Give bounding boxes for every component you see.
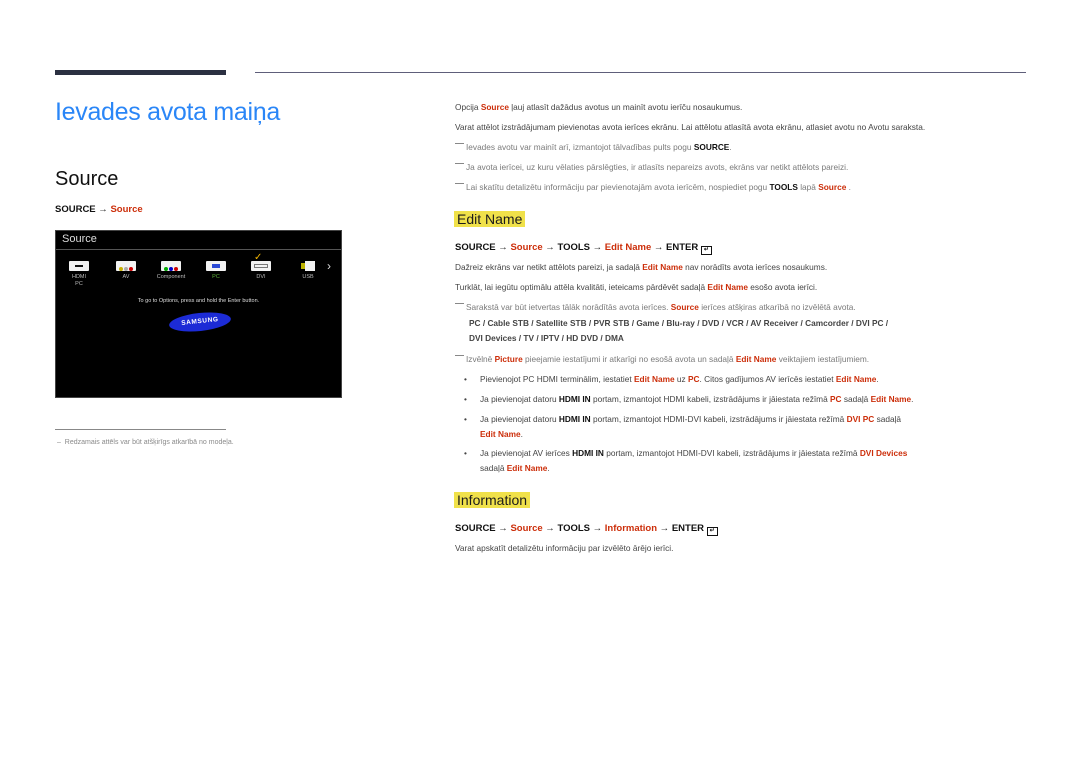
path-item: Source [110, 204, 143, 215]
screen-hint: To go to Options, press and hold the Ent… [137, 298, 260, 304]
source-label: AV [122, 274, 130, 280]
source-label: PC [212, 274, 220, 280]
source-label: DVI [256, 274, 266, 280]
footnote: – Redzamais attēls var būt atšķirīgs atk… [57, 439, 234, 446]
usb-icon [301, 261, 315, 271]
source-label: HDMI [71, 274, 87, 280]
source-item-pc: PC [196, 261, 236, 281]
source-label: USB [302, 274, 314, 280]
information-heading: Information [454, 492, 531, 510]
edit-name-path: SOURCE → Source → TOOLS → Edit Name → EN… [455, 242, 712, 255]
bullet-item: Pievienojot PC HDMI terminālim, iestatie… [464, 374, 879, 384]
path-root: SOURCE [55, 204, 96, 215]
intro-paragraph-1: Opcija Source ļauj atlasīt dažādus avotu… [455, 102, 743, 112]
component-icon [161, 261, 181, 271]
edit-name-paragraph-1: Dažreiz ekrāns var netikt attēlots parei… [455, 262, 828, 272]
enter-icon: ↵ [706, 527, 718, 536]
header-rule [255, 72, 1026, 73]
source-item-av: AV [106, 261, 146, 281]
chevron-right-icon: › [327, 259, 331, 273]
pc-icon [206, 261, 226, 271]
information-path: SOURCE → Source → TOOLS → Information → … [455, 523, 718, 536]
bullet-item: Ja pievienojat AV ierīces HDMI IN portam… [464, 448, 907, 458]
source-item-dvi: DVI [241, 261, 281, 281]
bullet-item-continued: Edit Name. [480, 429, 523, 439]
intro-note-2: Ja avota ierīcei, uz kuru vēlaties pārsl… [455, 162, 848, 172]
hdmi-icon [69, 261, 89, 271]
screen-title: Source [62, 233, 97, 245]
source-item-usb: USB [288, 261, 328, 281]
bullet-item-continued: sadaļā Edit Name. [480, 463, 550, 473]
source-item-component: Component [151, 261, 191, 281]
bullet-item: Ja pievienojat datoru HDMI IN portam, iz… [464, 414, 901, 424]
source-label: Component [156, 274, 186, 280]
footnote-text: Redzamais attēls var būt atšķirīgs atkar… [64, 439, 234, 446]
device-list-line-1: PC / Cable STB / Satellite STB / PVR STB… [469, 318, 889, 328]
page-title: Ievades avota maiņa [55, 98, 281, 126]
section-title: Source [55, 168, 119, 190]
source-path: SOURCE → Source [55, 204, 143, 215]
source-screen-image: Source HDMI PC AV Component ✓ PC DVI USB… [55, 230, 342, 398]
intro-note-1: Ievades avotu var mainīt arī, izmantojot… [455, 142, 732, 152]
device-list-line-2: DVI Devices / TV / IPTV / HD DVD / DMA [469, 333, 624, 343]
source-sublabel: PC [75, 281, 83, 287]
edit-name-paragraph-2: Turklāt, lai iegūtu optimālu attēla kval… [455, 282, 818, 292]
source-item-hdmi: HDMI PC [59, 261, 99, 288]
intro-paragraph-2: Varat attēlot izstrādājumam pievienotas … [455, 122, 926, 132]
samsung-logo: SAMSUNG [168, 309, 232, 335]
information-paragraph: Varat apskatīt detalizētu informāciju pa… [455, 543, 674, 553]
header-bar-thick [55, 70, 226, 75]
edit-name-heading: Edit Name [454, 211, 526, 229]
intro-note-3: Lai skatītu detalizētu informāciju par p… [455, 182, 851, 192]
dvi-icon [251, 261, 271, 271]
bullet-item: Ja pievienojat datoru HDMI IN portam, iz… [464, 394, 914, 404]
screen-header: Source [56, 231, 341, 250]
edit-name-note-2: Izvēlnē Picture pieejamie iestatījumi ir… [455, 354, 869, 364]
enter-icon: ↵ [700, 246, 712, 255]
av-icon [116, 261, 136, 271]
footnote-rule [55, 429, 226, 430]
path-arrow: → [98, 204, 108, 215]
edit-name-note-1: Sarakstā var būt ietvertas tālāk norādīt… [455, 302, 856, 312]
